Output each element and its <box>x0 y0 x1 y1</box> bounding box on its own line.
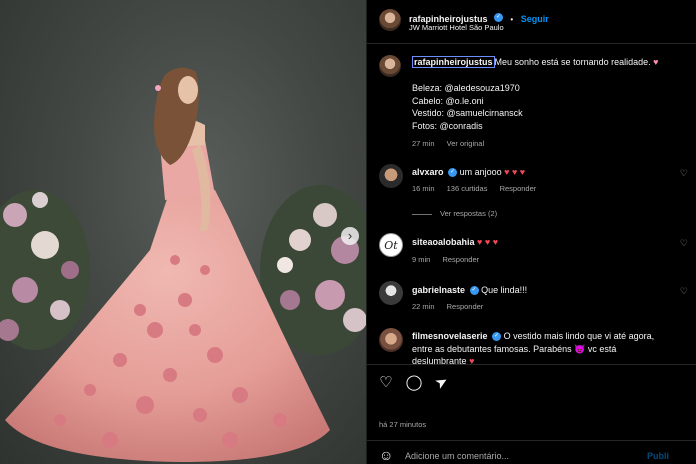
follow-button[interactable]: Seguir <box>521 14 549 24</box>
comment-username[interactable]: alvxaro <box>412 167 444 177</box>
credit-photos: Fotos: @conradis <box>412 120 483 131</box>
comment-avatar-siteaoalobahia[interactable]: Ot <box>379 233 403 257</box>
comment-meta-alvxaro: 16 min 136 curtidas Responder <box>412 184 536 193</box>
caption-time: 27 min <box>412 139 435 148</box>
replies-line <box>412 213 432 215</box>
comment-time: 22 min <box>412 302 435 311</box>
post-side-panel: rafapinheirojustus ✓ • Seguir JW Marriot… <box>366 0 696 464</box>
publish-button[interactable]: Publi <box>647 451 669 461</box>
comment-like-icon[interactable]: ♡ <box>680 168 688 179</box>
comment-avatar-gabrielnaste[interactable] <box>379 281 403 305</box>
like-icon[interactable]: ♡ <box>377 374 395 392</box>
comment-text: Que linda!!! <box>481 285 528 295</box>
caption: rafapinheirojustus Meu sonho está se torn… <box>412 56 696 69</box>
add-comment-bar: ☺ Publi <box>367 441 696 464</box>
pink-heart-icon: ♥ <box>653 57 659 67</box>
gown-photo-illustration <box>0 67 366 462</box>
emoji-picker-icon[interactable]: ☺ <box>379 447 393 463</box>
comment-username[interactable]: siteaoalobahia <box>412 237 475 247</box>
verified-badge-icon: ✓ <box>492 332 502 342</box>
comment-time: 9 min <box>412 255 431 264</box>
comment-avatar-filmesnovelaserie[interactable] <box>379 328 403 352</box>
comment-text-after-emoji: vc está <box>587 343 617 354</box>
comment-text-line2: entre as debutantes famosas. Parabéns <box>412 343 572 354</box>
red-hearts-icon: ♥ ♥ ♥ <box>504 167 526 177</box>
post-actions: ♡ ◯ ➤ <box>367 368 696 398</box>
comment-siteaoalobahia: siteaoalobahia ♥ ♥ ♥ <box>412 236 498 249</box>
caption-text: Meu sonho está se tornando realidade. <box>494 57 651 67</box>
comment-likes[interactable]: 136 curtidas <box>447 184 488 193</box>
comment-text-line1: O vestido mais lindo que vi até agora, <box>503 331 655 341</box>
post-photo[interactable]: › <box>0 0 366 464</box>
face <box>178 76 198 104</box>
caption-credits: Beleza: @aledesouza1970 Cabelo: @o.le.on… <box>412 82 523 132</box>
comment-time: 16 min <box>412 184 435 193</box>
separator-dot: • <box>510 15 514 24</box>
reply-button[interactable]: Responder <box>500 184 537 193</box>
credit-dress: Vestido: @samuelcirnansck <box>412 108 523 118</box>
comment-alvxaro: alvxaro ✓ um anjooo ♥ ♥ ♥ <box>412 166 525 179</box>
comment-like-icon[interactable]: ♡ <box>680 286 688 297</box>
comment-username[interactable]: gabrielnaste <box>412 285 465 295</box>
left-flower-arrangement <box>0 190 90 350</box>
caption-meta: 27 min Ver original <box>412 139 484 148</box>
actions-divider <box>367 364 696 365</box>
comment-gabrielnaste: gabrielnaste ✓ Que linda!!! <box>412 284 527 297</box>
comment-meta-gabrielnaste: 22 min Responder <box>412 302 483 311</box>
see-original-link[interactable]: Ver original <box>447 139 485 148</box>
post-location[interactable]: JW Marriott Hotel São Paulo <box>409 23 504 32</box>
reply-button[interactable]: Responder <box>447 302 484 311</box>
comment-avatar-alvxaro[interactable] <box>379 164 403 188</box>
comment-like-icon[interactable]: ♡ <box>680 238 688 249</box>
comment-username[interactable]: filmesnovelaserie <box>412 331 488 341</box>
credit-beauty: Beleza: @aledesouza1970 <box>412 83 520 93</box>
author-avatar[interactable] <box>379 9 401 31</box>
credit-hair: Cabelo: @o.le.oni <box>412 95 484 106</box>
comment-meta-siteaoalobahia: 9 min Responder <box>412 255 479 264</box>
verified-badge-icon: ✓ <box>493 13 503 23</box>
post-timestamp[interactable]: há 27 minutos <box>379 420 426 429</box>
comment-filmesnovelaserie: filmesnovelaserie ✓ O vestido mais lindo… <box>412 330 687 368</box>
verified-badge-icon: ✓ <box>469 286 479 296</box>
share-icon[interactable]: ➤ <box>430 371 455 396</box>
verified-badge-icon: ✓ <box>448 168 458 178</box>
reply-button[interactable]: Responder <box>442 255 479 264</box>
comment-text: um anjooo <box>459 167 502 177</box>
next-photo-button[interactable]: › <box>341 227 359 245</box>
comment-input[interactable] <box>405 449 605 463</box>
post-header: rafapinheirojustus ✓ • Seguir JW Marriot… <box>367 0 696 44</box>
caption-username[interactable]: rafapinheirojustus <box>412 56 495 68</box>
red-hearts-icon: ♥ ♥ ♥ <box>477 237 499 247</box>
devil-emoji-icon: 😈 <box>574 343 586 354</box>
view-replies[interactable]: Ver respostas (2) <box>412 209 497 218</box>
comment-icon[interactable]: ◯ <box>405 374 423 392</box>
view-replies-label[interactable]: Ver respostas (2) <box>440 209 497 218</box>
caption-avatar[interactable] <box>379 55 401 77</box>
